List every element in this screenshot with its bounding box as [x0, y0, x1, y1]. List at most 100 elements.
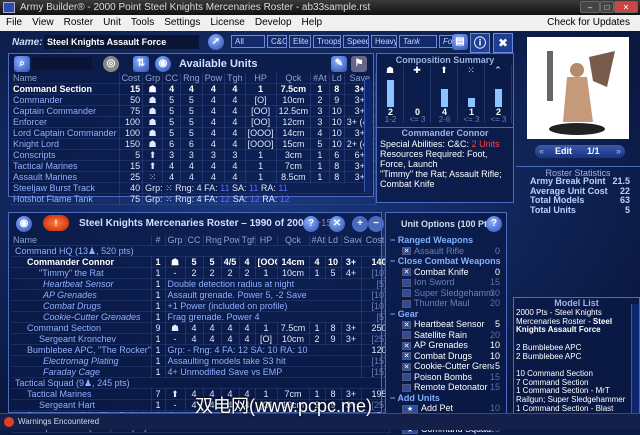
- add-icon[interactable]: +: [352, 216, 368, 232]
- option-checkbox[interactable]: [402, 299, 411, 308]
- column-header[interactable]: Pow: [221, 235, 240, 246]
- column-header[interactable]: #At: [309, 235, 326, 246]
- option-checkbox[interactable]: [402, 289, 411, 298]
- option-checkbox[interactable]: ✕: [402, 268, 411, 277]
- option-item[interactable]: Ion Sword 15: [390, 277, 504, 288]
- option-item[interactable]: ★ Add Pet 10: [390, 403, 504, 414]
- filter-tab[interactable]: Speed: [343, 35, 369, 48]
- unit-row[interactable]: Command Section 15 ☗ 4 4 4 4 1 7.5cm 1 8 3+: [11, 83, 376, 95]
- sort-icon[interactable]: ⇅: [133, 56, 149, 72]
- option-checkbox[interactable]: ✕: [402, 352, 411, 361]
- column-header[interactable]: Grp: [165, 235, 186, 246]
- option-item[interactable]: Remote Detonator 15: [390, 382, 504, 393]
- filter-tab[interactable]: Troops: [313, 35, 341, 48]
- roster-row[interactable]: Command Section 9 ☗ 4 4 4 4 1 7.5cm 1 8 3+ 250: [11, 322, 390, 334]
- target-filter-icon[interactable]: ◎: [103, 56, 119, 72]
- filter-tab[interactable]: Foc: [439, 35, 453, 48]
- option-item[interactable]: ✕ Combat Knife 0: [390, 267, 504, 278]
- option-checkbox[interactable]: [402, 383, 411, 392]
- column-header[interactable]: Qck: [277, 235, 310, 246]
- option-checkbox[interactable]: [402, 373, 411, 382]
- help-icon[interactable]: ?: [303, 216, 319, 232]
- unit-row[interactable]: Commander 50 ☗ 5 5 4 4 [O] 10cm 2 9 3+: [11, 94, 376, 106]
- next-picture-icon[interactable]: »: [616, 145, 621, 158]
- warning-icon[interactable]: !: [43, 215, 69, 231]
- column-header[interactable]: HP: [245, 73, 277, 84]
- column-header[interactable]: Save: [341, 235, 362, 246]
- column-header[interactable]: CC: [162, 73, 182, 84]
- status-text[interactable]: Warnings Encountered: [18, 417, 99, 426]
- check-updates-link[interactable]: Check for Updates: [547, 15, 630, 31]
- option-group[interactable]: − Add Units: [390, 393, 504, 404]
- column-header[interactable]: Qck: [276, 73, 312, 84]
- menu-tools[interactable]: Tools: [131, 17, 154, 28]
- menu-settings[interactable]: Settings: [164, 17, 200, 28]
- edit-picture-button[interactable]: Edit: [555, 145, 572, 158]
- column-header[interactable]: Grp: [142, 73, 164, 84]
- edit-icon[interactable]: ✎: [331, 56, 347, 72]
- option-item[interactable]: ✕ Assault Rifle 0: [390, 246, 504, 257]
- eye-icon[interactable]: ◉: [155, 56, 171, 72]
- unit-row[interactable]: Lord Captain Commander 100 ☗ 5 5 4 4 [OOO] 14cm 4…: [11, 127, 376, 139]
- option-item[interactable]: ✕Cookie-Cutter Grenades5: [390, 361, 504, 372]
- roster-row[interactable]: Cookie-Cutter Grenades 1 Frag grenade. Pow…: [11, 311, 390, 323]
- column-header[interactable]: Pow: [202, 73, 226, 84]
- export-icon[interactable]: ▤: [452, 34, 468, 50]
- unit-row[interactable]: Tactical Marines 15 ⬆ 4 4 4 4 1 7cm 1 8 3+: [11, 160, 376, 172]
- eye-icon[interactable]: ◉: [16, 216, 32, 232]
- column-header[interactable]: Rng: [180, 73, 203, 84]
- roster-row[interactable]: Tactical Squad (9♟, 245 pts): [11, 377, 390, 389]
- unit-row[interactable]: Knight Lord 150 ☗ 6 6 4 4 [OOO] 15cm 5 10 2+ (4+: [11, 138, 376, 150]
- option-checkbox[interactable]: [402, 331, 411, 340]
- roster-row[interactable]: Heartbeat Sensor 1 Double detection radius…: [11, 278, 390, 290]
- roster-row[interactable]: Bumblebee APC, "The Rocker" 1 Grp: - Rng: …: [11, 344, 390, 356]
- filter-tab[interactable]: Tank Stats: [399, 35, 437, 48]
- compass-icon[interactable]: ➚: [208, 34, 224, 50]
- option-item[interactable]: Super Sledgehammer 30: [390, 288, 504, 299]
- unit-row[interactable]: Enforcer 100 ☗ 5 5 4 4 [OO] 12cm 3 10 3+ (4+: [11, 116, 376, 128]
- search-input[interactable]: [32, 57, 92, 70]
- roster-row[interactable]: Faraday Cage 1 4+ Unmodified Save vs EMP [1…: [11, 366, 390, 378]
- unit-row[interactable]: Steeljaw Burst Track 40 Grp: ⁙ Rng: 4 FA: …: [11, 182, 376, 194]
- menu-develop[interactable]: Develop: [255, 17, 292, 28]
- prev-picture-icon[interactable]: «: [539, 145, 544, 158]
- column-header[interactable]: Name: [11, 73, 120, 84]
- close-button[interactable]: ✕: [614, 1, 638, 13]
- maximize-button[interactable]: □: [600, 1, 614, 13]
- roster-row[interactable]: "Timmy" the Rat 1-2 2 2 2 1 10cm 1 5 4+ [10]: [11, 267, 390, 279]
- model-list-scrollbar[interactable]: [631, 304, 639, 416]
- roster-row[interactable]: Commander Connor1☗554/54[OOO]14cm4103+14…: [11, 256, 390, 268]
- option-group[interactable]: − Gear: [390, 309, 504, 320]
- available-scrollbar[interactable]: [364, 80, 372, 192]
- column-header[interactable]: Ld: [325, 235, 342, 246]
- column-header[interactable]: Tgh: [224, 73, 246, 84]
- filter-tab[interactable]: C&C: [267, 35, 287, 48]
- info-tab-icon[interactable]: ⓘ: [470, 33, 490, 53]
- option-item[interactable]: Satellite Rain 20: [390, 330, 504, 341]
- unit-row[interactable]: Assault Marines 25 ⁙ 4 4 4 4 1 8.5cm 1 8 3+: [11, 171, 376, 183]
- column-header[interactable]: Ld: [329, 73, 345, 84]
- roster-row[interactable]: Combat Drugs 1 +1 Power (included on profi…: [11, 300, 390, 312]
- column-header[interactable]: CC: [185, 235, 204, 246]
- tools-tab-icon[interactable]: ✖: [493, 33, 513, 53]
- menu-help[interactable]: Help: [302, 17, 323, 28]
- column-header[interactable]: Cost: [119, 73, 144, 84]
- menu-view[interactable]: View: [32, 17, 54, 28]
- flag-icon[interactable]: ⚑: [351, 56, 367, 72]
- menu-license[interactable]: License: [210, 17, 244, 28]
- roster-name-input[interactable]: Steel Knights Assault Force: [44, 35, 199, 49]
- option-group[interactable]: − Ranged Weapons: [390, 235, 504, 246]
- filter-tab[interactable]: Elite: [289, 35, 311, 48]
- option-item[interactable]: ✕ AP Grenades 10: [390, 340, 504, 351]
- column-header[interactable]: Rng: [203, 235, 222, 246]
- filter-tab[interactable]: All Units: [231, 35, 265, 48]
- option-checkbox[interactable]: ✕: [402, 247, 411, 256]
- roster-row[interactable]: Sergeant Kronchev 1-4 4 4 4 [O] 10cm 2 9 3+ [25]: [11, 333, 390, 345]
- menu-file[interactable]: File: [6, 17, 22, 28]
- menu-unit[interactable]: Unit: [103, 17, 121, 28]
- minimize-button[interactable]: ‒: [580, 1, 600, 13]
- column-header[interactable]: HP: [255, 235, 278, 246]
- option-checkbox[interactable]: ✕: [402, 362, 411, 371]
- option-group[interactable]: − Close Combat Weapons: [390, 256, 504, 267]
- roster-row[interactable]: AP Grenades 1 Assault grenade. Power 5, -2…: [11, 289, 390, 301]
